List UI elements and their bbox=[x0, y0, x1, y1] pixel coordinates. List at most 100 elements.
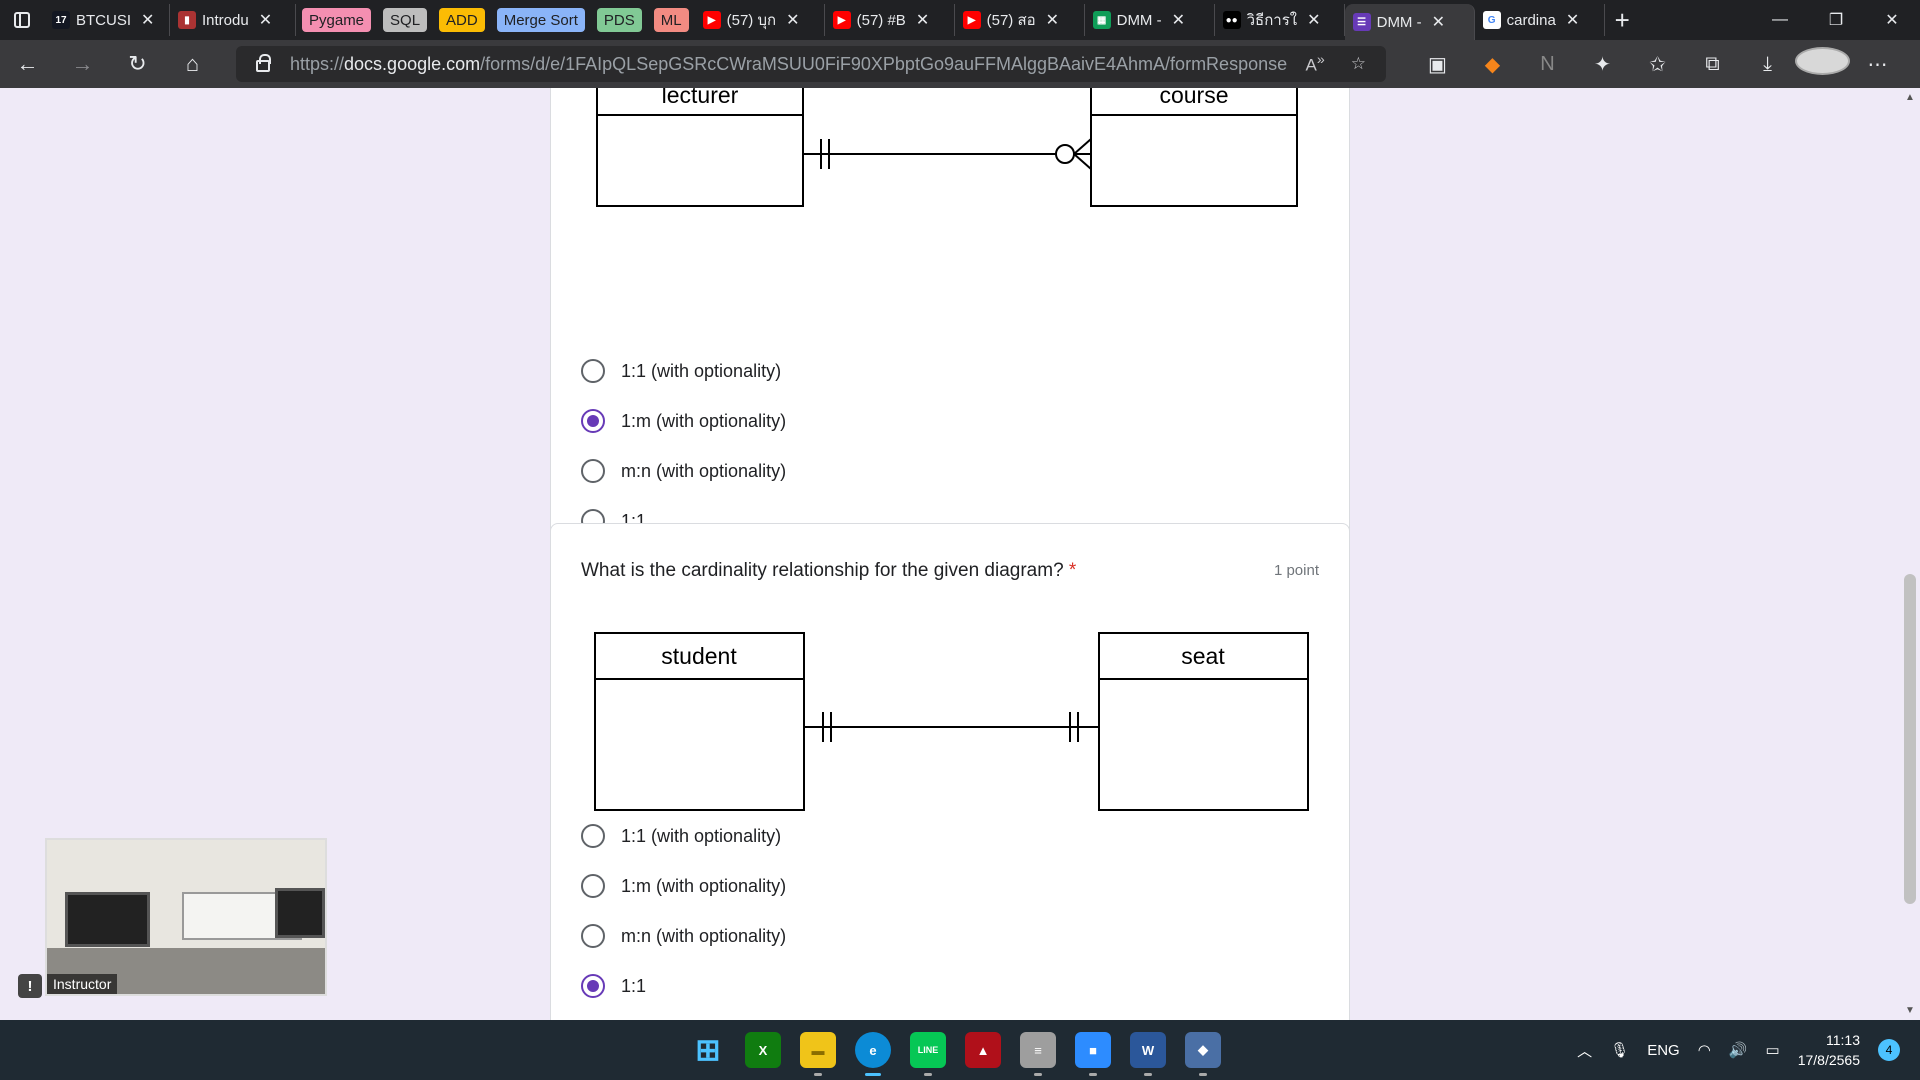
bookmark-pds[interactable]: PDS bbox=[596, 8, 642, 32]
downloads-icon[interactable]: ⤓ bbox=[1740, 53, 1795, 76]
back-arrow-icon[interactable]: ← bbox=[0, 40, 55, 88]
option-label: 1:1 bbox=[621, 975, 647, 996]
more-menu-icon[interactable]: ⋯ bbox=[1850, 52, 1905, 77]
tab-title: DMM - bbox=[1376, 13, 1422, 31]
line-icon[interactable]: LINE bbox=[910, 1032, 946, 1076]
close-tab-icon[interactable]: ✕ bbox=[1566, 10, 1579, 30]
split-screen-icon[interactable]: ▣ bbox=[1410, 52, 1465, 77]
windows-start-icon[interactable]: ⊞ bbox=[690, 1032, 726, 1068]
extensions-icon[interactable]: ✦ bbox=[1575, 52, 1630, 77]
tab-dmm-form[interactable]: ☰ DMM - ✕ bbox=[1344, 4, 1475, 40]
database-icon[interactable]: ≡ bbox=[1020, 1032, 1056, 1076]
tab-title: (57) สอ bbox=[986, 12, 1036, 29]
tab-introduction[interactable]: ▮ Introdu ✕ bbox=[170, 4, 296, 36]
page-scrollbar[interactable]: ▲ ▼ bbox=[1900, 88, 1920, 1020]
forward-arrow-icon[interactable]: → bbox=[55, 40, 110, 88]
slides-icon: ▮ bbox=[178, 11, 196, 29]
bookmark-add[interactable]: ADD bbox=[439, 8, 485, 32]
scroll-down-arrow-icon[interactable]: ▼ bbox=[1905, 1005, 1915, 1016]
wifi-icon[interactable]: ◠ bbox=[1698, 1041, 1711, 1059]
tab-tradingview[interactable]: 17 BTCUSI ✕ bbox=[44, 4, 170, 36]
radio-button[interactable] bbox=[581, 874, 605, 898]
close-tab-icon[interactable]: ✕ bbox=[141, 10, 154, 30]
microphone-icon[interactable]: 🎙 bbox=[1610, 1041, 1629, 1059]
zoom-icon[interactable]: ■ bbox=[1075, 1032, 1111, 1076]
youtube-icon: ▶ bbox=[702, 11, 721, 29]
radio-option[interactable]: 1:m (with optionality) bbox=[581, 409, 786, 433]
tab-youtube-1[interactable]: ▶ (57) บุก ✕ bbox=[695, 4, 825, 36]
volume-icon[interactable]: 🔊 bbox=[1729, 1041, 1748, 1059]
metamask-icon[interactable]: ◆ bbox=[1465, 52, 1520, 77]
file-explorer-icon[interactable]: ▬ bbox=[800, 1032, 836, 1076]
tab-google-search[interactable]: G cardina ✕ bbox=[1475, 4, 1605, 36]
close-tab-icon[interactable]: ✕ bbox=[259, 10, 272, 30]
favorites-icon[interactable]: ✩ bbox=[1630, 52, 1685, 77]
minimize-icon[interactable]: — bbox=[1752, 0, 1808, 40]
crows-foot bbox=[1073, 153, 1092, 170]
question-title: What is the cardinality relationship for… bbox=[581, 560, 1076, 582]
add-favorite-icon[interactable]: ☆ bbox=[1351, 54, 1366, 74]
close-window-icon[interactable]: ✕ bbox=[1864, 0, 1920, 40]
language-indicator[interactable]: ENG bbox=[1647, 1042, 1680, 1059]
radio-button-selected[interactable] bbox=[581, 409, 605, 433]
video-label: Instructor bbox=[47, 974, 118, 994]
bookmark-ml[interactable]: ML bbox=[653, 8, 689, 32]
close-tab-icon[interactable]: ✕ bbox=[1046, 10, 1059, 30]
notification-badge[interactable]: 4 bbox=[1878, 1039, 1900, 1061]
radio-button[interactable] bbox=[581, 924, 605, 948]
close-tab-icon[interactable]: ✕ bbox=[916, 10, 929, 30]
workbench-icon[interactable]: ◆ bbox=[1185, 1032, 1221, 1076]
read-aloud-icon[interactable]: A» bbox=[1306, 52, 1325, 76]
tab-medium[interactable]: ●● วิธีการใ ✕ bbox=[1215, 4, 1345, 36]
redhat-icon[interactable]: ▲ bbox=[965, 1032, 1001, 1068]
google-icon: G bbox=[1482, 11, 1501, 29]
radio-option[interactable]: 1:1 (with optionality) bbox=[581, 824, 781, 848]
battery-icon[interactable]: ▭ bbox=[1766, 1041, 1780, 1059]
classroom-tv bbox=[65, 892, 150, 947]
tab-actions-button[interactable] bbox=[0, 0, 44, 40]
profile-avatar[interactable] bbox=[1795, 47, 1850, 81]
bookmark-merge-sort[interactable]: Merge Sort bbox=[496, 8, 585, 32]
extensions-toolbar: ▣ ◆ N ✦ ✩ ⧉ ⤓ ⋯ bbox=[1410, 40, 1905, 88]
edge-icon[interactable]: e bbox=[855, 1032, 891, 1076]
tab-youtube-2[interactable]: ▶ (57) #B ✕ bbox=[825, 4, 955, 36]
radio-option[interactable]: 1:1 (with optionality) bbox=[581, 359, 781, 383]
video-overlay[interactable]: Instructor bbox=[45, 838, 327, 996]
tab-title: Introdu bbox=[202, 11, 249, 29]
refresh-icon[interactable]: ↻ bbox=[110, 40, 165, 88]
xbox-icon[interactable]: X bbox=[745, 1032, 781, 1068]
option-label: 1:1 (with optionality) bbox=[621, 825, 782, 846]
new-tab-icon[interactable]: + bbox=[1615, 5, 1630, 36]
feedback-icon[interactable]: ! bbox=[18, 974, 42, 998]
collections-icon[interactable]: ⧉ bbox=[1685, 53, 1740, 76]
close-tab-icon[interactable]: ✕ bbox=[786, 10, 799, 30]
bookmark-sql[interactable]: SQL bbox=[383, 8, 428, 32]
url-field[interactable]: https://docs.google.com/forms/d/e/1FAIpQ… bbox=[236, 46, 1386, 82]
radio-button[interactable] bbox=[581, 359, 605, 383]
radio-button[interactable] bbox=[581, 459, 605, 483]
notion-icon[interactable]: N bbox=[1520, 53, 1575, 76]
system-tray: ︿ 🎙 ENG ◠ 🔊 ▭ 11:13 17/8/2565 4 bbox=[1577, 1020, 1900, 1080]
tab-title: (57) บุก bbox=[726, 12, 777, 29]
radio-option[interactable]: m:n (with optionality) bbox=[581, 459, 786, 483]
radio-option[interactable]: 1:1 bbox=[581, 974, 646, 998]
clock[interactable]: 11:13 17/8/2565 bbox=[1798, 1030, 1860, 1070]
radio-button[interactable] bbox=[581, 824, 605, 848]
close-tab-icon[interactable]: ✕ bbox=[1432, 12, 1445, 32]
radio-option[interactable]: 1:m (with optionality) bbox=[581, 874, 786, 898]
radio-button-selected[interactable] bbox=[581, 974, 605, 998]
bookmark-pygame[interactable]: Pygame bbox=[302, 8, 372, 32]
er-diagram-2: student seat bbox=[594, 632, 1309, 811]
chevron-up-icon[interactable]: ︿ bbox=[1577, 1040, 1592, 1061]
scroll-up-arrow-icon[interactable]: ▲ bbox=[1905, 92, 1915, 103]
tab-youtube-3[interactable]: ▶ (57) สอ ✕ bbox=[955, 4, 1085, 36]
home-icon[interactable]: ⌂ bbox=[165, 40, 220, 88]
close-tab-icon[interactable]: ✕ bbox=[1172, 10, 1185, 30]
scrollbar-thumb[interactable] bbox=[1904, 574, 1916, 904]
tab-dmm-sheet[interactable]: ▦ DMM - ✕ bbox=[1085, 4, 1215, 36]
close-tab-icon[interactable]: ✕ bbox=[1307, 10, 1320, 30]
word-icon[interactable]: W bbox=[1130, 1032, 1166, 1076]
radio-option[interactable]: m:n (with optionality) bbox=[581, 924, 786, 948]
tab-title: (57) #B bbox=[856, 11, 906, 29]
restore-icon[interactable]: ❐ bbox=[1808, 0, 1864, 40]
